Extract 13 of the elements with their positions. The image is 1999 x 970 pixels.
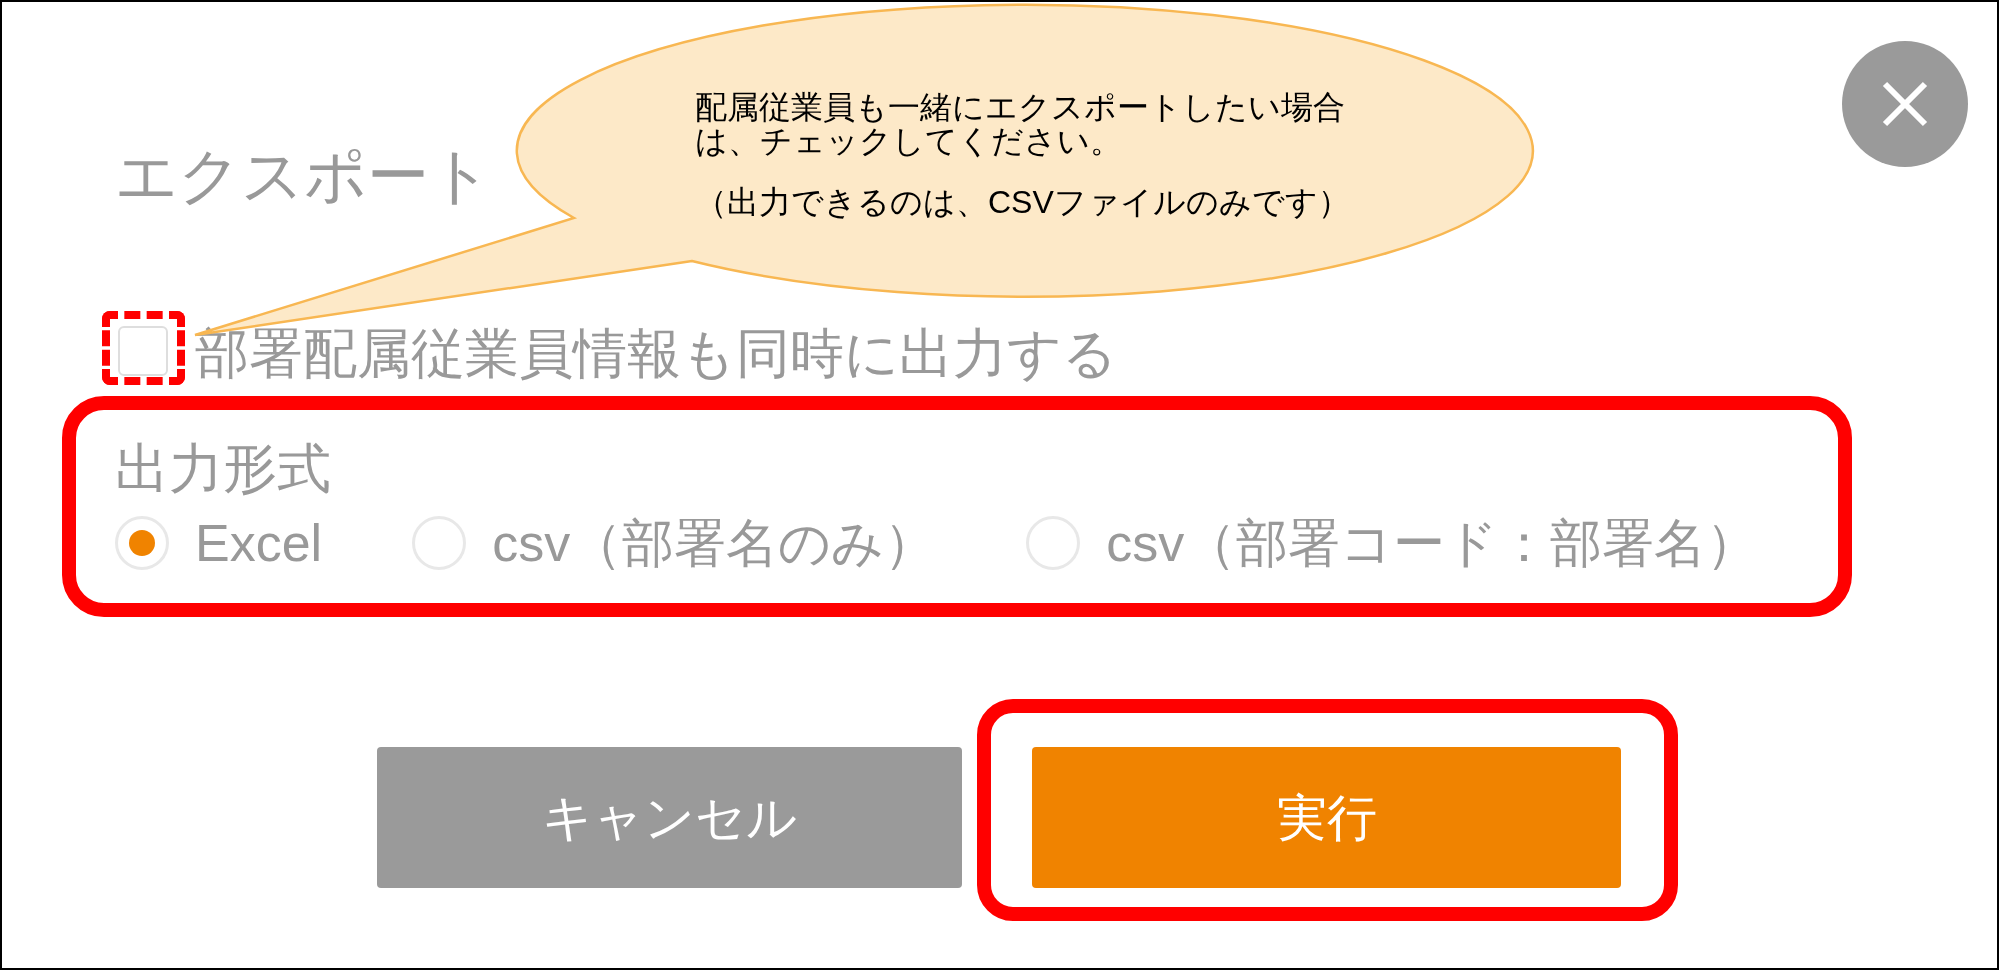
- checkbox[interactable]: [118, 326, 168, 376]
- radio-label[interactable]: csv（部署名のみ）: [492, 512, 937, 574]
- close-icon: [1882, 81, 1928, 127]
- callout-note: （出力できるのは、CSVファイルのみです）: [695, 185, 1350, 219]
- callout-text: 配属従業員も一緒にエクスポートしたい場合 は、チェックしてください。: [695, 90, 1345, 158]
- radio-label[interactable]: csv（部署コード：部署名）: [1106, 512, 1759, 574]
- checkbox-label: 部署配属従業員情報も同時に出力する: [195, 322, 1117, 385]
- format-label: 出力形式: [115, 437, 331, 500]
- radio-button[interactable]: [115, 516, 169, 570]
- radio-label[interactable]: Excel: [195, 512, 323, 574]
- cancel-button[interactable]: キャンセル: [377, 747, 962, 888]
- dialog-title: エクスポート: [115, 140, 492, 212]
- run-button[interactable]: 実行: [1032, 747, 1621, 888]
